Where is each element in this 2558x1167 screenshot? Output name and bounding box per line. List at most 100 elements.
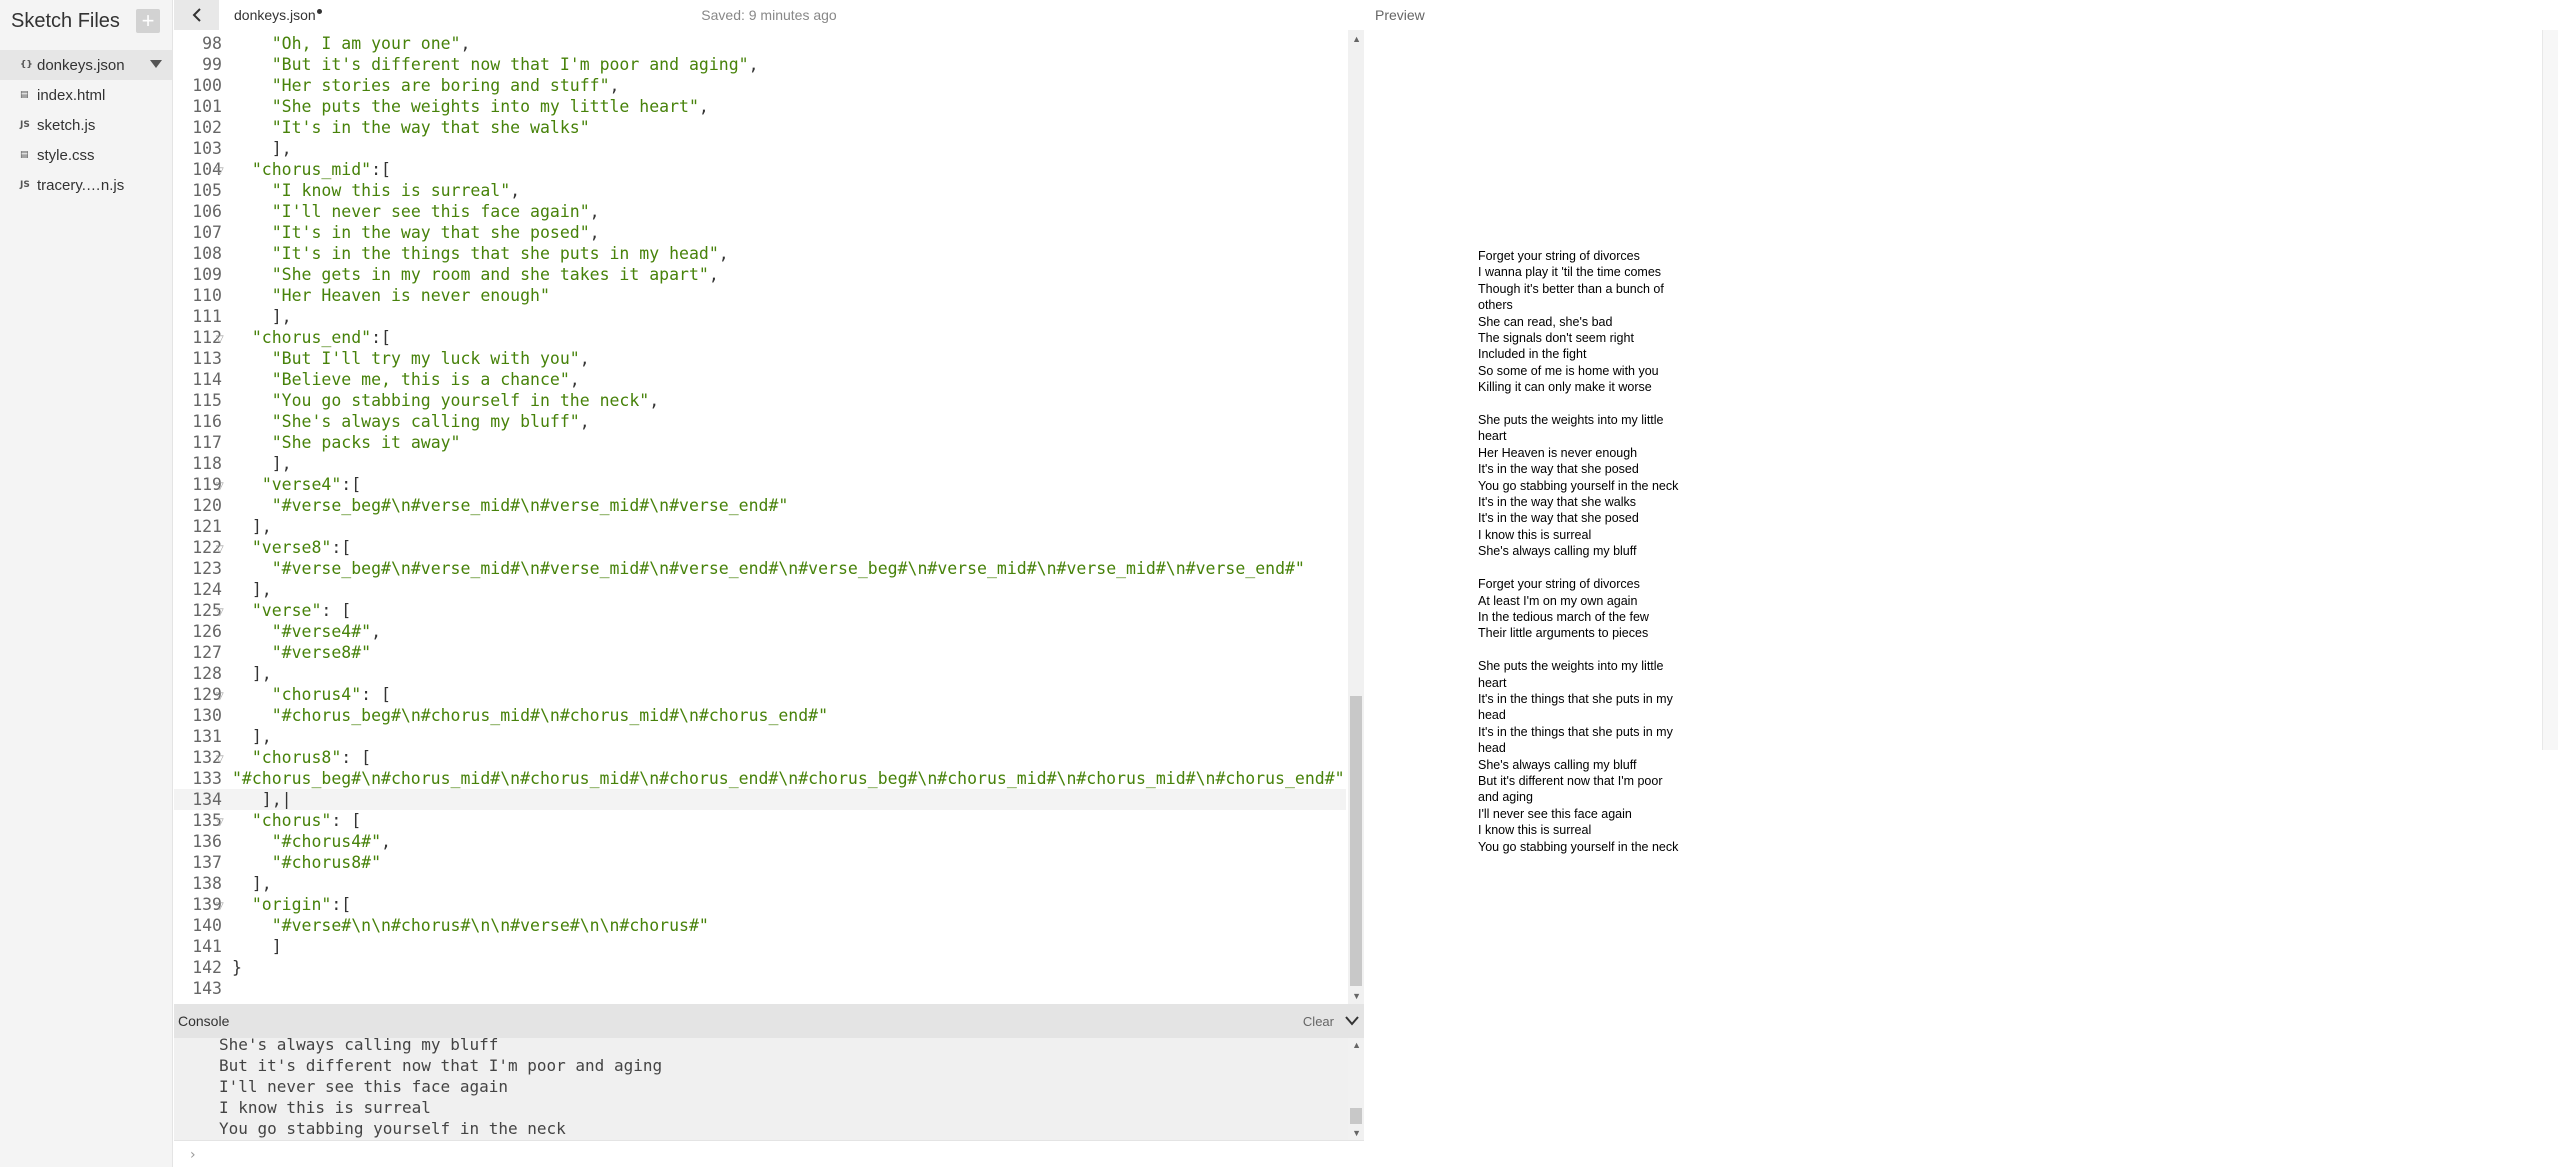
- code-line[interactable]: 138 ],: [174, 873, 1346, 894]
- fold-arrow-icon[interactable]: ▽: [216, 686, 224, 707]
- file-item-tracery-n-js[interactable]: JS tracery.…n.js: [0, 170, 172, 200]
- code-line[interactable]: 129 ▽ "chorus4": [: [174, 684, 1346, 705]
- code-text: "#verse#\n\n#chorus#\n\n#verse#\n\n#chor…: [271, 916, 709, 935]
- fold-arrow-icon[interactable]: ▽: [216, 812, 224, 833]
- code-line[interactable]: 133 "#chorus_beg#\n#chorus_mid#\n#chorus_…: [174, 768, 1346, 789]
- code-line[interactable]: 108 "It's in the things that she puts in…: [174, 243, 1346, 264]
- console-input[interactable]: ›: [174, 1140, 1364, 1167]
- file-name: index.html: [37, 86, 106, 104]
- code-line[interactable]: 125 ▽ "verse": [: [174, 600, 1346, 621]
- code-line[interactable]: 115 "You go stabbing yourself in the nec…: [174, 390, 1346, 411]
- editor-scrollbar-thumb[interactable]: [1350, 696, 1362, 986]
- code-line[interactable]: 140 "#verse#\n\n#chorus#\n\n#verse#\n\n#…: [174, 915, 1346, 936]
- code-line[interactable]: 99 "But it's different now that I'm poor…: [174, 54, 1346, 75]
- code-editor[interactable]: 98 "Oh, I am your one", 99 "But it's diff…: [174, 30, 1364, 1004]
- preview-line: Though it's better than a bunch of: [1478, 281, 1664, 296]
- code-line[interactable]: 118 ],: [174, 453, 1346, 474]
- code-line[interactable]: 106 "I'll never see this face again",: [174, 201, 1346, 222]
- console-header: Console Clear: [174, 1004, 1364, 1038]
- code-text: ],: [232, 664, 272, 683]
- sketch-files-sidebar: Sketch Files + {} donkeys.json ▤ index.html…: [0, 0, 173, 1167]
- code-line[interactable]: 111 ],: [174, 306, 1346, 327]
- code-line[interactable]: 139 ▽ "origin":[: [174, 894, 1346, 915]
- code-line[interactable]: 143: [174, 978, 1346, 999]
- code-line[interactable]: 100 "Her stories are boring and stuff",: [174, 75, 1346, 96]
- fold-arrow-icon[interactable]: ▽: [216, 749, 224, 770]
- preview-stanza: Forget your string of divorces I wanna pl…: [1478, 248, 1693, 396]
- code-line[interactable]: 128 ],: [174, 663, 1346, 684]
- console-scrollbar-thumb[interactable]: [1350, 1108, 1362, 1124]
- editor-scrollbar[interactable]: ▲ ▼: [1348, 30, 1364, 1004]
- fold-arrow-icon[interactable]: ▽: [216, 161, 224, 182]
- code-line[interactable]: 126 "#verse4#",: [174, 621, 1346, 642]
- preview-frame[interactable]: Forget your string of divorces I wanna pl…: [1365, 30, 2558, 1167]
- code-line[interactable]: 102 "It's in the way that she walks": [174, 117, 1346, 138]
- scroll-up-arrow-icon[interactable]: ▲: [1352, 34, 1361, 44]
- line-number: 134: [192, 790, 222, 809]
- code-text: "It's in the way that she walks": [271, 118, 590, 137]
- line-number: 114: [192, 370, 222, 389]
- code-line[interactable]: 101 "She puts the weights into my little…: [174, 96, 1346, 117]
- code-line[interactable]: 104 ▽ "chorus_mid":[: [174, 159, 1346, 180]
- file-item-style-css[interactable]: ▤ style.css: [0, 140, 172, 170]
- code-line[interactable]: 113 "But I'll try my luck with you",: [174, 348, 1346, 369]
- code-line[interactable]: 116 "She's always calling my bluff",: [174, 411, 1346, 432]
- code-line[interactable]: 110 "Her Heaven is never enough": [174, 285, 1346, 306]
- code-line[interactable]: 136 "#chorus4#",: [174, 831, 1346, 852]
- preview-line: I know this is surreal: [1478, 823, 1592, 838]
- chevron-down-icon[interactable]: [1344, 1015, 1360, 1027]
- code-line[interactable]: 117 "She packs it away": [174, 432, 1346, 453]
- code-text: "#verse4#",: [271, 622, 382, 641]
- code-line[interactable]: 121 ],: [174, 516, 1346, 537]
- code-line[interactable]: 130 "#chorus_beg#\n#chorus_mid#\n#chorus…: [174, 705, 1346, 726]
- preview-line: So some of me is home with you: [1478, 363, 1659, 378]
- code-line[interactable]: 112 ▽ "chorus_end":[: [174, 327, 1346, 348]
- preview-line: She puts the weights into my little: [1478, 659, 1664, 674]
- console-scrollbar[interactable]: ▲ ▼: [1348, 1038, 1364, 1140]
- line-number: 119: [192, 475, 222, 494]
- code-line[interactable]: 107 "It's in the way that she posed",: [174, 222, 1346, 243]
- fold-arrow-icon[interactable]: ▽: [216, 539, 224, 560]
- fold-arrow-icon[interactable]: ▽: [216, 896, 224, 917]
- code-line[interactable]: 141 ]: [174, 936, 1346, 957]
- code-line[interactable]: 114 "Believe me, this is a chance",: [174, 369, 1346, 390]
- scroll-up-arrow-icon[interactable]: ▲: [1352, 1040, 1361, 1050]
- file-options-dropdown-icon[interactable]: [150, 60, 162, 68]
- scroll-down-arrow-icon[interactable]: ▼: [1352, 991, 1361, 1001]
- code-line[interactable]: 103 ],: [174, 138, 1346, 159]
- preview-line: You go stabbing yourself in the neck: [1478, 478, 1679, 493]
- console-line: She's always calling my bluff: [219, 1038, 499, 1054]
- code-line[interactable]: 142}: [174, 957, 1346, 978]
- code-line[interactable]: 132 ▽ "chorus8": [: [174, 747, 1346, 768]
- preview-scrollbar[interactable]: [2542, 30, 2558, 750]
- fold-arrow-icon[interactable]: ▽: [216, 329, 224, 350]
- code-line[interactable]: 127 "#verse8#": [174, 642, 1346, 663]
- code-line[interactable]: 105 "I know this is surreal",: [174, 180, 1346, 201]
- code-line[interactable]: 98 "Oh, I am your one",: [174, 33, 1346, 54]
- file-item-sketch-js[interactable]: JS sketch.js: [0, 110, 172, 140]
- code-line[interactable]: 109 "She gets in my room and she takes i…: [174, 264, 1346, 285]
- code-line[interactable]: 137 "#chorus8#": [174, 852, 1346, 873]
- add-file-button[interactable]: +: [136, 9, 160, 33]
- code-line[interactable]: 122 ▽ "verse8":[: [174, 537, 1346, 558]
- console-prompt-icon: ›: [190, 1147, 196, 1163]
- file-item-donkeys-json[interactable]: {} donkeys.json: [0, 50, 172, 80]
- code-line[interactable]: 131 ],: [174, 726, 1346, 747]
- code-line[interactable]: 119 ▽ "verse4":[: [174, 474, 1346, 495]
- line-number: 101: [192, 97, 222, 116]
- line-number: 113: [192, 349, 222, 368]
- file-list: {} donkeys.json ▤ index.html JS sketch.js ▤ sty…: [0, 50, 172, 200]
- preview-line: heart: [1478, 429, 1507, 444]
- code-line[interactable]: 120 "#verse_beg#\n#verse_mid#\n#verse_mi…: [174, 495, 1346, 516]
- sidebar-title: Sketch Files: [11, 9, 120, 32]
- code-line[interactable]: 135 ▽ "chorus": [: [174, 810, 1346, 831]
- scroll-down-arrow-icon[interactable]: ▼: [1352, 1128, 1361, 1138]
- fold-arrow-icon[interactable]: ▽: [216, 476, 224, 497]
- code-line[interactable]: 123 "#verse_beg#\n#verse_mid#\n#verse_mi…: [174, 558, 1346, 579]
- file-item-index-html[interactable]: ▤ index.html: [0, 80, 172, 110]
- fold-arrow-icon[interactable]: ▽: [216, 602, 224, 623]
- console-clear-button[interactable]: Clear: [1303, 1014, 1334, 1029]
- preview-line: It's in the way that she posed: [1478, 511, 1639, 526]
- code-line[interactable]: 124 ],: [174, 579, 1346, 600]
- code-line[interactable]: 134 ],|: [174, 789, 1346, 810]
